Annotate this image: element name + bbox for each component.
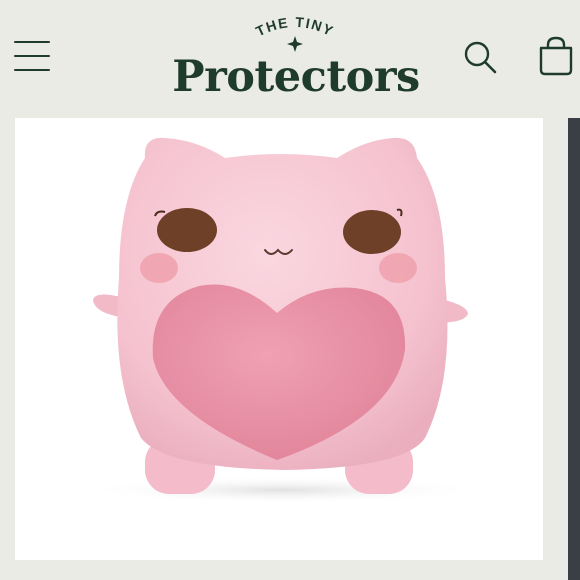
svg-text:THE TINY: THE TINY: [253, 14, 336, 40]
plush-right-cheek: [379, 253, 417, 283]
search-icon[interactable]: [460, 38, 500, 78]
site-header: THE TINY Protectors: [0, 0, 580, 118]
scroll-edge: [568, 118, 580, 580]
pink-heart-plush-image: [83, 137, 483, 504]
menu-line-middle: [14, 55, 50, 57]
shopping-bag-icon[interactable]: [533, 34, 577, 78]
logo-tagline-text: THE TINY: [253, 14, 335, 40]
sparkle-icon: [287, 36, 303, 52]
hamburger-menu-icon[interactable]: [14, 38, 50, 74]
plush-right-eye: [343, 210, 401, 254]
plush-left-eye: [157, 208, 217, 252]
logo-wordmark: Protectors: [172, 52, 420, 102]
menu-line-top: [14, 41, 50, 43]
logo-tagline: THE TINY: [253, 14, 336, 52]
plush-left-cheek: [140, 253, 178, 283]
site-logo[interactable]: THE TINY Protectors: [162, 8, 430, 108]
menu-line-bottom: [14, 69, 50, 71]
plush-shadow: [83, 476, 483, 504]
product-image-card[interactable]: [15, 118, 543, 560]
